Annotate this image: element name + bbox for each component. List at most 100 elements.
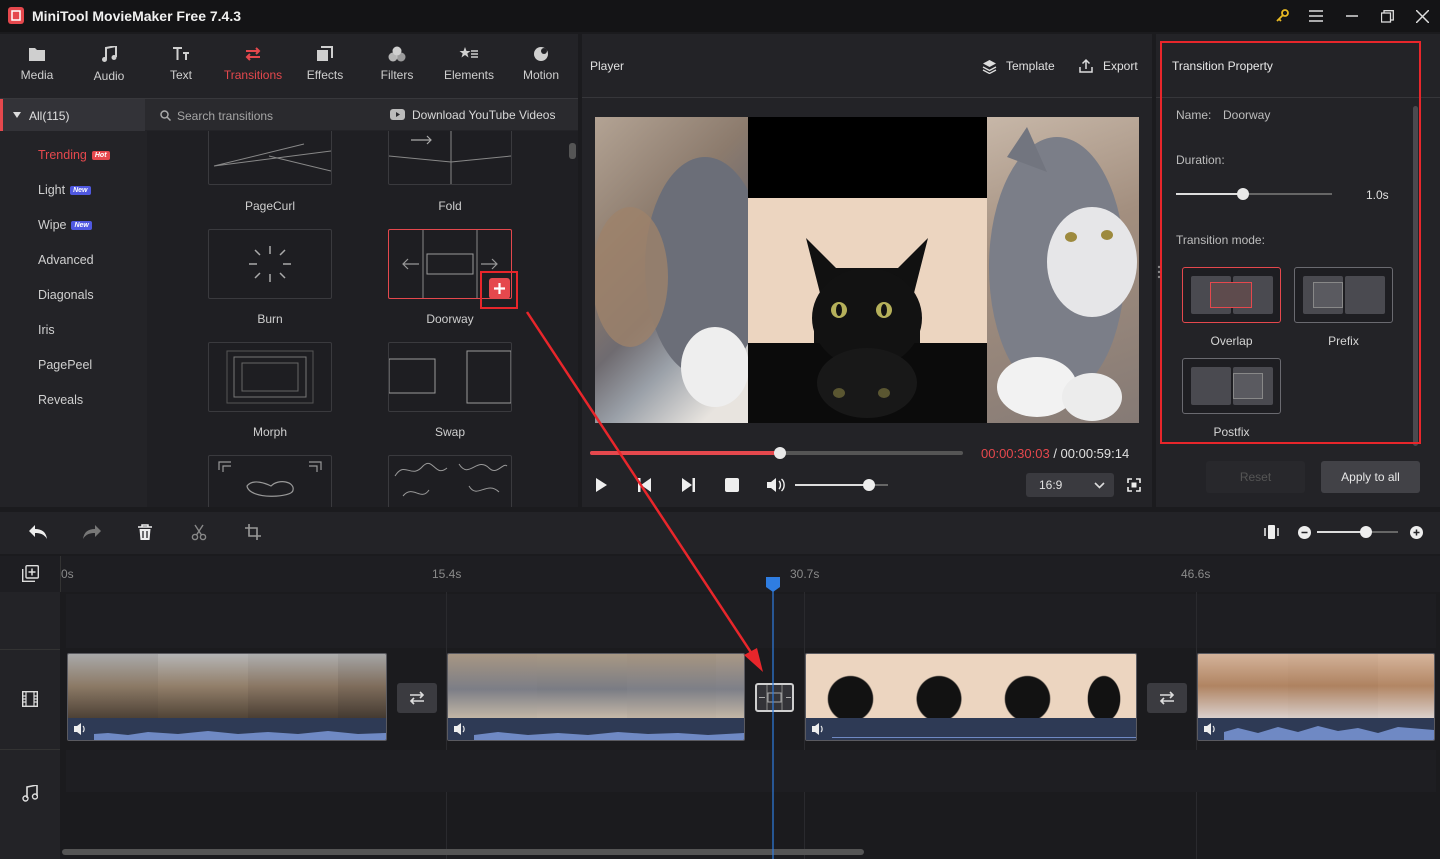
apply-to-all-button[interactable]: Apply to all — [1321, 461, 1420, 493]
close-icon[interactable] — [1412, 6, 1432, 26]
volume-slider[interactable] — [795, 479, 888, 491]
new-badge: New — [71, 221, 92, 230]
transition-slot-1[interactable] — [397, 683, 437, 713]
audio-track-icon — [22, 785, 38, 802]
playhead[interactable] — [766, 577, 780, 859]
tab-label: Motion — [522, 68, 560, 82]
video-track-icon — [22, 691, 38, 707]
category-advanced[interactable]: Advanced — [38, 253, 94, 267]
video-clip[interactable] — [1197, 653, 1435, 741]
tab-text[interactable]: Text — [145, 34, 217, 98]
menu-icon[interactable] — [1306, 6, 1326, 26]
restore-icon[interactable] — [1377, 6, 1397, 26]
panel-resize-handle[interactable] — [1157, 265, 1161, 279]
tab-audio[interactable]: Audio — [73, 34, 145, 98]
transition-label: Morph — [252, 425, 287, 439]
transition-thumb-burn[interactable] — [208, 229, 332, 299]
minimize-icon[interactable] — [1342, 6, 1362, 26]
audio-track — [66, 750, 1436, 792]
transition-thumb-more-2[interactable] — [388, 455, 512, 507]
all-category-toggle[interactable]: All(115) — [0, 99, 145, 131]
category-iris[interactable]: Iris — [38, 323, 55, 337]
transition-thumb-pagecurl[interactable] — [208, 131, 332, 185]
undo-icon — [29, 525, 47, 539]
reset-button[interactable]: Reset — [1206, 461, 1305, 493]
preview-center-cat-image — [748, 117, 987, 423]
speaker-icon — [74, 723, 386, 740]
transition-thumb-swap[interactable] — [388, 342, 512, 412]
delete-button[interactable] — [137, 524, 153, 541]
stop-button[interactable] — [725, 478, 739, 492]
transition-slot-2[interactable] — [1147, 683, 1187, 713]
music-note-icon — [102, 46, 117, 62]
playback-progress-bar[interactable] — [590, 447, 963, 459]
fullscreen-button[interactable] — [1127, 478, 1141, 492]
tab-label: Transitions — [223, 68, 283, 82]
tab-label: Audio — [93, 69, 125, 83]
key-icon[interactable] — [1272, 6, 1292, 26]
tick-label: 15.4s — [432, 567, 462, 581]
fit-timeline-button[interactable] — [1264, 525, 1279, 539]
zoom-in-button[interactable] — [1410, 526, 1423, 539]
grid-scrollbar[interactable] — [569, 143, 576, 159]
volume-knob[interactable] — [863, 479, 876, 491]
undo-button[interactable] — [28, 524, 48, 540]
tab-transitions[interactable]: Transitions — [217, 34, 289, 98]
video-clip[interactable] — [447, 653, 745, 741]
category-trending[interactable]: Trending Hot — [38, 148, 110, 162]
app-title: MiniTool MovieMaker Free 7.4.3 — [32, 8, 242, 24]
split-button[interactable] — [191, 524, 207, 541]
aspect-ratio-select[interactable]: 16:9 — [1026, 473, 1114, 497]
transition-thumb-more-1[interactable] — [208, 455, 332, 507]
zoom-out-button[interactable] — [1298, 526, 1311, 539]
category-wipe[interactable]: Wipe New — [38, 218, 92, 232]
template-button[interactable]: Template — [982, 56, 1055, 76]
category-reveals[interactable]: Reveals — [38, 393, 83, 407]
tab-effects[interactable]: Effects — [289, 34, 361, 98]
redo-button[interactable] — [82, 524, 102, 540]
audio-waveform — [448, 718, 744, 740]
transition-icon — [245, 47, 261, 61]
video-clip[interactable] — [805, 653, 1137, 741]
category-diagonals[interactable]: Diagonals — [38, 288, 94, 302]
download-youtube-button[interactable]: Download YouTube Videos — [390, 99, 570, 131]
volume-button[interactable] — [766, 477, 786, 493]
app-logo-icon — [8, 7, 24, 24]
fullscreen-icon — [1127, 478, 1141, 492]
tab-label: Text — [169, 68, 192, 82]
search-input[interactable]: Search transitions — [160, 99, 380, 131]
progress-knob[interactable] — [774, 447, 787, 459]
audio-waveform — [68, 718, 386, 740]
previous-button[interactable] — [637, 477, 653, 493]
next-button[interactable] — [680, 477, 696, 493]
play-button[interactable] — [593, 477, 609, 493]
zoom-slider[interactable] — [1317, 526, 1398, 538]
transition-thumb-fold[interactable] — [388, 131, 512, 185]
tab-motion[interactable]: Motion — [505, 34, 577, 98]
tab-media[interactable]: Media — [1, 34, 73, 98]
track-headers — [0, 592, 60, 859]
add-track-button[interactable] — [22, 565, 39, 582]
category-light[interactable]: Light New — [38, 183, 91, 197]
effects-icon — [317, 46, 333, 61]
timecode: 00:00:30:03 / 00:00:59:14 — [981, 446, 1129, 461]
transition-thumb-morph[interactable] — [208, 342, 332, 412]
player-title: Player — [590, 59, 625, 73]
hot-badge: Hot — [91, 151, 110, 160]
video-clip[interactable] — [67, 653, 387, 741]
transition-label: Swap — [434, 425, 466, 439]
export-button[interactable]: Export — [1078, 56, 1138, 76]
clip-thumbnails — [1198, 654, 1434, 718]
crop-button[interactable] — [245, 524, 261, 540]
timeline-scrollbar[interactable] — [62, 849, 864, 855]
zoom-knob[interactable] — [1359, 526, 1372, 538]
fit-to-timeline-icon — [1264, 525, 1279, 539]
tab-elements[interactable]: Elements — [433, 34, 505, 98]
timeline-tracks — [0, 592, 1440, 859]
total-time: / 00:00:59:14 — [1053, 446, 1130, 461]
transition-grid: PageCurl Fold Burn Doorway Morph Swap — [147, 131, 578, 507]
tab-filters[interactable]: Filters — [361, 34, 433, 98]
add-track-icon — [22, 565, 39, 582]
category-pagepeel[interactable]: PagePeel — [38, 358, 92, 372]
add-transition-button[interactable] — [489, 278, 510, 299]
